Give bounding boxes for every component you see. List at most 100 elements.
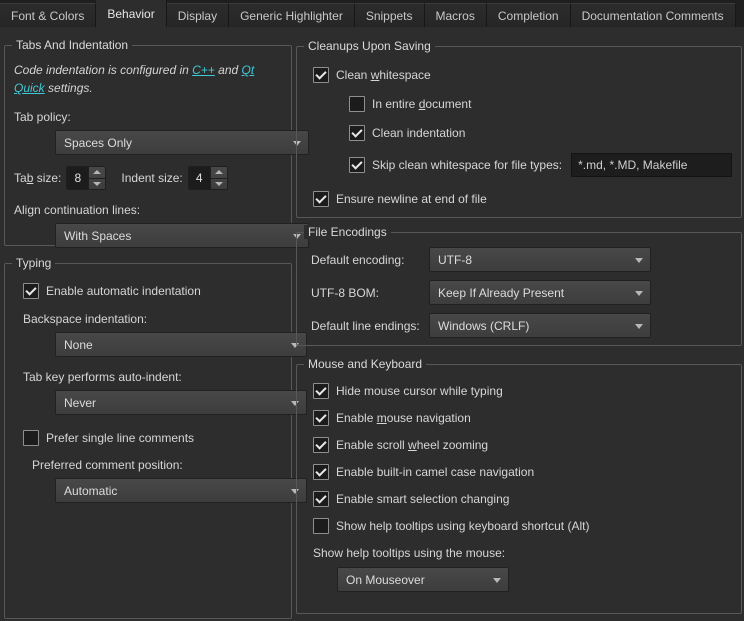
checkbox-label: Hide mouse cursor while typing xyxy=(336,384,503,398)
indent-size-value: 4 xyxy=(189,167,210,189)
line-endings-value: Windows (CRLF) xyxy=(438,319,529,333)
tab-size-value: 8 xyxy=(67,167,88,189)
checkbox-clean-whitespace[interactable]: Clean whitespace xyxy=(313,67,741,83)
tab-indent-size-row: Tab size: 8 Indent size: 4 xyxy=(14,166,291,190)
group-cleanups-upon-saving: Cleanups Upon Saving Clean whitespace In… xyxy=(296,46,742,218)
checkbox-label: Clean whitespace xyxy=(336,68,431,82)
align-continuation-select[interactable]: With Spaces xyxy=(55,223,309,248)
checkbox[interactable] xyxy=(23,430,39,446)
checkbox[interactable] xyxy=(313,67,329,83)
file-types-input[interactable] xyxy=(571,153,732,177)
tab-key-auto-indent-select[interactable]: Never xyxy=(55,390,307,415)
tab-generic-highlighter[interactable]: Generic Highlighter xyxy=(229,3,355,27)
settings-tab-bar: Font & Colors Behavior Display Generic H… xyxy=(0,0,744,27)
chevron-down-icon xyxy=(635,258,643,263)
cpp-settings-link[interactable]: C++ xyxy=(192,63,215,77)
align-continuation-label: Align continuation lines: xyxy=(14,203,291,217)
checkbox[interactable] xyxy=(313,383,329,399)
group-typing: Typing Enable automatic indentation Back… xyxy=(4,263,292,619)
checkbox[interactable] xyxy=(313,518,329,534)
checkbox-label: Enable scroll wheel zooming xyxy=(336,438,488,452)
checkbox-enable-scroll-wheel-zooming[interactable]: Enable scroll wheel zooming xyxy=(313,437,741,453)
tab-key-auto-indent-label: Tab key performs auto-indent: xyxy=(23,370,291,384)
checkbox-label: Ensure newline at end of file xyxy=(336,192,487,206)
checkbox-enable-automatic-indentation[interactable]: Enable automatic indentation xyxy=(23,283,291,299)
tab-display[interactable]: Display xyxy=(167,3,229,27)
checkbox-hide-mouse-cursor[interactable]: Hide mouse cursor while typing xyxy=(313,383,741,399)
default-encoding-select[interactable]: UTF-8 xyxy=(429,247,651,272)
indent-size-stepper[interactable]: 4 xyxy=(188,166,228,190)
line-endings-label: Default line endings: xyxy=(311,319,429,333)
checkbox-clean-indentation[interactable]: Clean indentation xyxy=(349,125,741,141)
tab-size-stepper[interactable]: 8 xyxy=(66,166,106,190)
backspace-indentation-select[interactable]: None xyxy=(55,332,307,357)
tab-snippets[interactable]: Snippets xyxy=(355,3,425,27)
preferred-comment-position-label: Preferred comment position: xyxy=(32,458,291,472)
checkbox[interactable] xyxy=(349,96,365,112)
line-endings-row: Default line endings: Windows (CRLF) xyxy=(311,313,741,338)
note-text: settings. xyxy=(45,81,93,95)
tab-font-and-colors[interactable]: Font & Colors xyxy=(0,3,96,27)
checkbox[interactable] xyxy=(313,410,329,426)
note-text: and xyxy=(215,63,242,77)
checkbox[interactable] xyxy=(349,125,365,141)
tab-behavior[interactable]: Behavior xyxy=(96,0,166,27)
checkbox-label: Clean indentation xyxy=(372,126,465,140)
group-title-file-encodings: File Encodings xyxy=(304,225,391,239)
checkbox-enable-smart-selection[interactable]: Enable smart selection changing xyxy=(313,491,741,507)
checkbox[interactable] xyxy=(23,283,39,299)
tooltips-mouse-label: Show help tooltips using the mouse: xyxy=(313,546,741,560)
backspace-indentation-value: None xyxy=(64,338,93,352)
tab-policy-select[interactable]: Spaces Only xyxy=(55,130,309,155)
group-title-typing: Typing xyxy=(12,256,55,270)
tab-policy-value: Spaces Only xyxy=(64,136,132,150)
checkbox-in-entire-document[interactable]: In entire document xyxy=(349,96,741,112)
checkbox-label: Show help tooltips using keyboard shortc… xyxy=(336,519,589,533)
backspace-indentation-label: Backspace indentation: xyxy=(23,312,291,326)
checkbox-enable-mouse-navigation[interactable]: Enable mouse navigation xyxy=(313,410,741,426)
default-encoding-label: Default encoding: xyxy=(311,253,429,267)
preferred-comment-position-select[interactable]: Automatic xyxy=(55,478,307,503)
spin-down-icon[interactable] xyxy=(211,179,227,190)
tab-size-label: Tab size: xyxy=(14,171,61,185)
indent-size-label: Indent size: xyxy=(121,171,182,185)
group-mouse-and-keyboard: Mouse and Keyboard Hide mouse cursor whi… xyxy=(296,364,742,614)
checkbox[interactable] xyxy=(313,464,329,480)
group-file-encodings: File Encodings Default encoding: UTF-8 U… xyxy=(296,232,742,346)
align-continuation-value: With Spaces xyxy=(64,229,131,243)
checkbox-enable-camel-case-navigation[interactable]: Enable built-in camel case navigation xyxy=(313,464,741,480)
checkbox-label: In entire document xyxy=(372,97,471,111)
tooltips-mouse-select[interactable]: On Mouseover xyxy=(337,567,509,592)
utf8-bom-select[interactable]: Keep If Already Present xyxy=(429,280,651,305)
checkbox[interactable] xyxy=(313,437,329,453)
group-title-cleanups: Cleanups Upon Saving xyxy=(304,39,435,53)
chevron-down-icon xyxy=(635,324,643,329)
checkbox-label: Enable smart selection changing xyxy=(336,492,509,506)
chevron-down-icon xyxy=(635,291,643,296)
checkbox-show-help-tooltips-alt[interactable]: Show help tooltips using keyboard shortc… xyxy=(313,518,741,534)
checkbox-label: Enable automatic indentation xyxy=(46,284,201,298)
checkbox-skip-clean-whitespace[interactable] xyxy=(349,157,365,173)
spin-up-icon[interactable] xyxy=(211,167,227,179)
checkbox[interactable] xyxy=(313,191,329,207)
checkbox-label: Skip clean whitespace for file types: xyxy=(372,158,562,172)
spin-down-icon[interactable] xyxy=(89,179,105,190)
default-encoding-row: Default encoding: UTF-8 xyxy=(311,247,741,272)
tab-macros[interactable]: Macros xyxy=(425,3,487,27)
checkbox[interactable] xyxy=(313,491,329,507)
tab-policy-label: Tab policy: xyxy=(14,110,291,124)
tab-completion[interactable]: Completion xyxy=(487,3,571,27)
utf8-bom-label: UTF-8 BOM: xyxy=(311,286,429,300)
checkbox-ensure-newline[interactable]: Ensure newline at end of file xyxy=(313,191,741,207)
checkbox-prefer-single-line-comments[interactable]: Prefer single line comments xyxy=(23,430,291,446)
group-title-tabs-and-indentation: Tabs And Indentation xyxy=(12,38,132,52)
group-title-mouse-keyboard: Mouse and Keyboard xyxy=(304,357,426,371)
checkbox-label: Enable mouse navigation xyxy=(336,411,471,425)
line-endings-select[interactable]: Windows (CRLF) xyxy=(429,313,651,338)
tab-documentation-comments[interactable]: Documentation Comments xyxy=(571,3,736,27)
group-tabs-and-indentation: Tabs And Indentation Code indentation is… xyxy=(4,45,292,246)
note-text: Code indentation is configured in xyxy=(14,63,192,77)
spin-up-icon[interactable] xyxy=(89,167,105,179)
indentation-config-note: Code indentation is configured in C++ an… xyxy=(14,61,282,97)
preferred-comment-position-value: Automatic xyxy=(64,484,117,498)
